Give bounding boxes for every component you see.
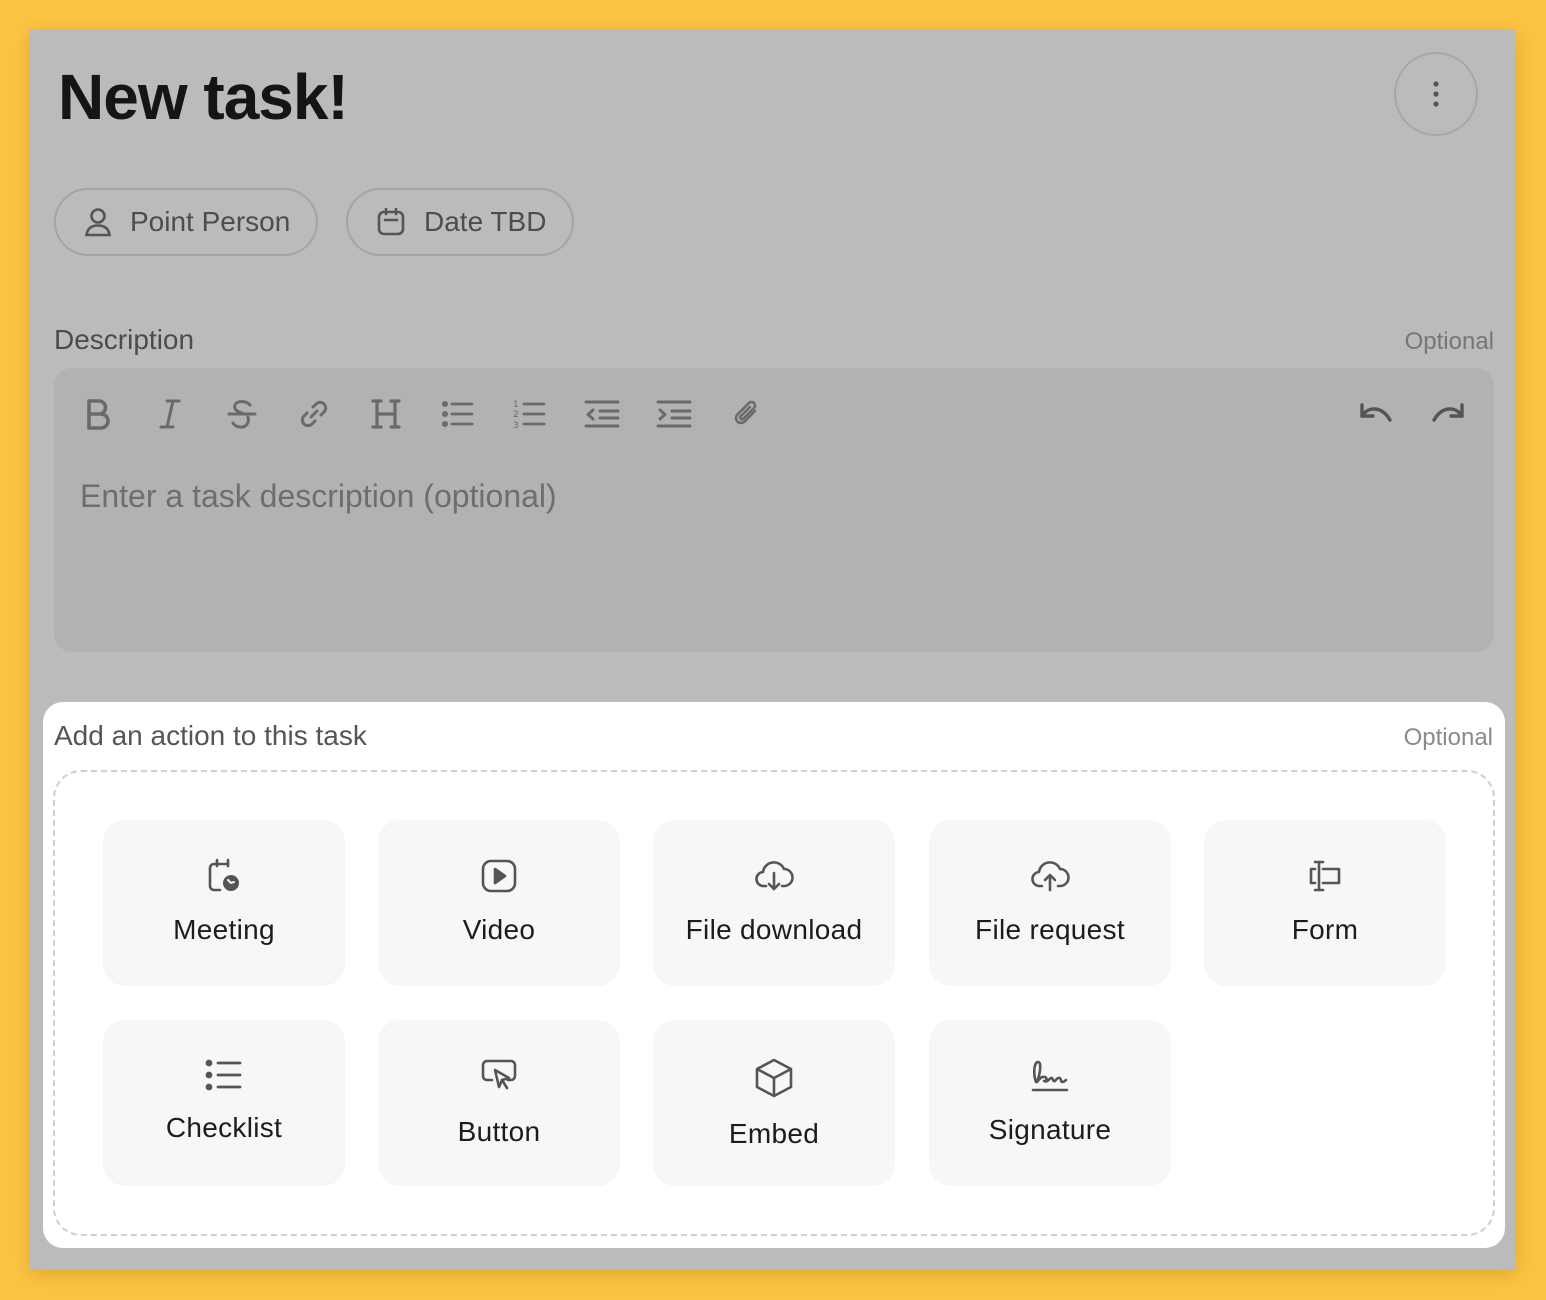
indent-icon	[656, 400, 692, 428]
action-form-label: Form	[1291, 914, 1359, 945]
checklist-icon	[205, 1059, 242, 1091]
strikethrough-icon	[227, 400, 257, 429]
link-button[interactable]	[290, 390, 338, 438]
action-signature-label: Signature	[988, 1114, 1112, 1145]
strikethrough-button[interactable]	[218, 390, 266, 438]
point-person-label: Point Person	[130, 206, 291, 237]
bold-icon	[87, 399, 110, 430]
action-video[interactable]: Video	[378, 820, 620, 986]
attachment-button[interactable]	[722, 390, 770, 438]
numbered-list-button[interactable]: 1 2 3	[506, 390, 554, 438]
italic-icon	[159, 399, 181, 429]
redo-button[interactable]	[1424, 390, 1472, 438]
action-video-label: Video	[462, 914, 536, 945]
description-label: Description	[54, 324, 195, 355]
action-button-label: Button	[457, 1116, 541, 1147]
action-file-download[interactable]: File download	[653, 820, 895, 986]
link-icon	[300, 400, 328, 428]
description-editor[interactable]: 1 2 3 Enter a task description (optional…	[54, 368, 1494, 652]
calendar-icon	[377, 207, 405, 236]
action-button[interactable]: Button	[378, 1020, 620, 1186]
undo-button[interactable]	[1352, 390, 1400, 438]
description-optional-label: Optional	[1404, 328, 1494, 355]
action-panel: Add an action to this task Optional Meet…	[43, 702, 1505, 1248]
outdent-icon	[584, 400, 620, 428]
date-button[interactable]: Date TBD	[346, 188, 575, 256]
action-file-download-label: File download	[685, 914, 863, 945]
action-checklist-label: Checklist	[165, 1112, 283, 1143]
signature-icon	[1031, 1060, 1069, 1092]
date-label: Date TBD	[424, 206, 547, 237]
pointer-button-icon	[481, 1059, 517, 1090]
bullet-list-button[interactable]	[434, 390, 482, 438]
video-icon	[481, 859, 517, 893]
undo-icon	[1360, 403, 1392, 422]
action-panel-title: Add an action to this task	[54, 720, 367, 751]
bold-button[interactable]	[74, 390, 122, 438]
redo-icon	[1432, 403, 1464, 422]
meeting-icon	[208, 858, 239, 892]
vertical-dots-icon	[1433, 81, 1439, 107]
italic-button[interactable]	[146, 390, 194, 438]
action-checklist[interactable]: Checklist	[103, 1020, 345, 1186]
user-icon	[85, 208, 111, 237]
outdent-button[interactable]	[578, 390, 626, 438]
task-card: New task! Point Person Date TBD Descript…	[30, 30, 1516, 1270]
form-field-icon	[1309, 860, 1341, 892]
svg-text:1: 1	[513, 400, 519, 410]
action-embed[interactable]: Embed	[653, 1020, 895, 1186]
description-placeholder[interactable]: Enter a task description (optional)	[80, 478, 557, 515]
action-embed-label: Embed	[728, 1118, 820, 1149]
cloud-download-icon	[755, 861, 794, 891]
point-person-button[interactable]: Point Person	[54, 188, 319, 256]
svg-text:2: 2	[513, 410, 519, 420]
indent-button[interactable]	[650, 390, 698, 438]
action-meeting[interactable]: Meeting	[103, 820, 345, 986]
action-dropzone: Meeting Video File download File request…	[53, 770, 1495, 1236]
cube-icon	[755, 1058, 793, 1098]
task-title[interactable]: New task!	[58, 60, 349, 134]
numbered-list-icon: 1 2 3	[513, 400, 546, 430]
more-options-button[interactable]	[1394, 52, 1478, 136]
svg-text:3: 3	[513, 421, 519, 430]
action-optional-label: Optional	[1403, 724, 1493, 751]
action-signature[interactable]: Signature	[929, 1020, 1171, 1186]
heading-icon	[371, 399, 401, 429]
cloud-upload-icon	[1031, 861, 1070, 892]
heading-button[interactable]	[362, 390, 410, 438]
paperclip-icon	[734, 400, 757, 425]
action-file-request-label: File request	[975, 914, 1125, 945]
action-file-request[interactable]: File request	[929, 820, 1171, 986]
bullet-list-icon	[442, 401, 474, 427]
action-meeting-label: Meeting	[173, 914, 275, 945]
action-form[interactable]: Form	[1204, 820, 1446, 986]
